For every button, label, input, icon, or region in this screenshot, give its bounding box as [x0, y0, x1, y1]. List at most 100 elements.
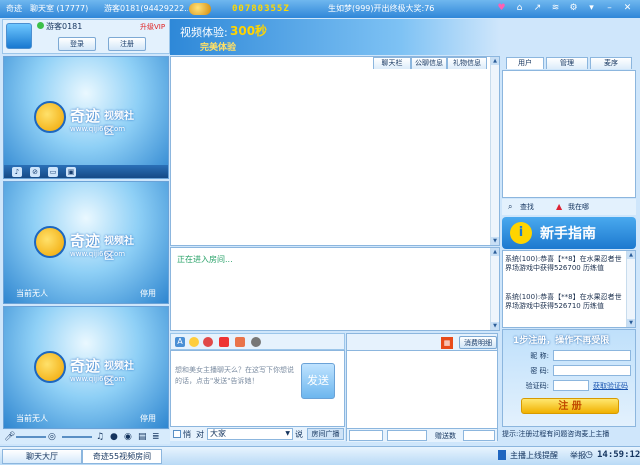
font-icon[interactable]: A [175, 337, 185, 347]
mic-volume-slider[interactable] [16, 436, 46, 438]
tab-public-info[interactable]: 公聊信息 [411, 57, 447, 69]
system-messages: 系统(100):恭喜【**8】在水果忍者世界场游戏中获得526700 历练值 系… [502, 250, 636, 328]
password-input[interactable] [553, 365, 631, 376]
status-bar: 聊天大厅 奇迹55视频房间 主播上线提醒 举报 ◷ 14:59:12 [0, 446, 640, 465]
scroll-up-icon[interactable]: ▲ [491, 57, 499, 65]
share-icon[interactable]: ↗ [532, 3, 543, 14]
video-panel-2: 奇迹 视频社区 www.qiji66.com 当前无人 停用 [3, 181, 169, 304]
info-icon: i [510, 222, 532, 244]
user-list[interactable] [502, 70, 636, 198]
chat-scrollbar[interactable]: ▲ ▼ [490, 57, 499, 245]
minimize-icon[interactable]: – [604, 3, 615, 14]
app-name: 奇迹 [6, 4, 22, 13]
close-icon[interactable]: ✕ [622, 3, 633, 14]
brand-name: 奇迹 [70, 232, 101, 250]
webcam-icon[interactable] [251, 337, 261, 347]
tab-manage[interactable]: 管理 [546, 57, 588, 69]
speaker-volume-slider[interactable] [62, 436, 92, 438]
private-chat-scrollbar[interactable]: ▲ ▼ [490, 248, 499, 330]
brand-url: www.qiji66.com [70, 125, 126, 133]
brand-name: 奇迹 [70, 357, 101, 375]
avatar[interactable] [6, 23, 32, 49]
video-panel-1: 奇迹 视频社区 www.qiji66.com ♪ ⊘ ▭ ▣ [3, 56, 169, 179]
register-title: 1步注册，操作不再受限 [513, 336, 610, 346]
recipient-select[interactable]: 大家 ▼ [207, 428, 293, 440]
scroll-down-icon[interactable]: ▼ [627, 319, 635, 327]
brand-logo: 奇迹 视频社区 www.qiji66.com [34, 224, 140, 264]
send-button[interactable]: 发送 [301, 363, 335, 399]
tab-video-room[interactable]: 奇迹55视频房间 [82, 449, 162, 464]
gift-count-input[interactable] [463, 430, 495, 441]
find-button[interactable]: 查找 [520, 202, 534, 212]
video-status: 当前无人 [16, 414, 48, 423]
heart-icon[interactable]: ♥ [496, 3, 507, 14]
search-icon: ⌕ [508, 202, 513, 211]
host-online-notify[interactable]: 主播上线提醒 [510, 450, 558, 461]
where-am-i-button[interactable]: 我在哪 [568, 202, 589, 212]
scroll-up-icon[interactable]: ▲ [491, 248, 499, 256]
volume-icon[interactable]: ♪ [12, 167, 22, 177]
home-icon[interactable]: ⌂ [514, 3, 525, 14]
brand-url: www.qiji66.com [70, 375, 126, 383]
gift-icon[interactable] [219, 337, 229, 347]
speaker-icon[interactable]: ♫ [96, 432, 104, 442]
tab-chat[interactable]: 聊天栏 [373, 57, 411, 69]
scroll-down-icon[interactable]: ▼ [491, 322, 499, 330]
lock-icon[interactable]: ▤ [138, 432, 147, 442]
video-stop[interactable]: 停用 [140, 413, 156, 424]
scroll-down-icon[interactable]: ▼ [491, 237, 499, 245]
upgrade-vip-link[interactable]: 升级VIP [140, 22, 165, 32]
flower-icon[interactable] [203, 337, 213, 347]
cart-icon[interactable] [235, 337, 245, 347]
tab-chat-lobby[interactable]: 聊天大厅 [2, 449, 82, 464]
system-message: 系统(100):恭喜【**8】在水果忍者世界场游戏中获得526700 历练值 [505, 255, 622, 272]
headset-icon[interactable]: ◎ [48, 432, 56, 442]
hint-text: 提示:注册过程有问题咨询麦上主播 [502, 430, 610, 438]
tab-room-broadcast[interactable]: 房间广播 [307, 428, 344, 440]
settings-icon[interactable]: ⚙ [568, 3, 579, 14]
say-label: 说 [295, 430, 303, 439]
camera-icon[interactable]: ◉ [124, 432, 132, 442]
report-link[interactable]: 举报 [570, 450, 586, 461]
mute-icon[interactable]: ⊘ [30, 167, 40, 177]
clock: 14:59:12 [597, 450, 640, 460]
register-button[interactable]: 注册 [108, 37, 146, 51]
newbie-guide-banner[interactable]: i 新手指南 [502, 217, 636, 249]
clock-icon: ◷ [585, 450, 593, 460]
window-icon[interactable]: ▭ [48, 167, 58, 177]
private-checkbox[interactable] [173, 430, 181, 438]
video-controls: ♪ ⊘ ▭ ▣ [4, 165, 168, 178]
register-submit-button[interactable]: 注 册 [521, 398, 619, 414]
captcha-input[interactable] [553, 380, 589, 391]
tab-gift-info[interactable]: 礼物信息 [447, 57, 487, 69]
news-ticker: 生如梦(999)开出终极大奖:76 [328, 4, 435, 13]
wifi-icon[interactable]: ≋ [550, 3, 561, 14]
video-status: 当前无人 [16, 289, 48, 298]
gift-select[interactable] [349, 430, 383, 441]
system-scrollbar[interactable]: ▲ ▼ [626, 251, 635, 327]
brand-url: www.qiji66.com [70, 250, 126, 258]
mic-icon[interactable]: 🎤︎ [4, 432, 15, 442]
scroll-up-icon[interactable]: ▲ [627, 251, 635, 259]
coin-value: 00780355Z [232, 4, 290, 14]
get-captcha-link[interactable]: 获取验证码 [593, 381, 628, 391]
message-input-area[interactable]: 想和美女主播聊天么？在这写下你想说的话，点击"发送"告诉她！ 发送 [170, 350, 345, 427]
perfect-experience[interactable]: 完美体验 [200, 40, 236, 53]
record-icon[interactable]: ● [110, 432, 118, 442]
right-tabs: 用户 管理 麦序 [502, 56, 636, 70]
snapshot-icon[interactable]: ▣ [66, 167, 76, 177]
dropdown-icon[interactable]: ▾ [586, 3, 597, 14]
nickname-input[interactable] [553, 350, 631, 361]
gift-box-icon[interactable]: ▦ [441, 337, 453, 349]
hat-icon: ▲ [556, 202, 563, 211]
video-stop[interactable]: 停用 [140, 288, 156, 299]
logo-mark-icon [34, 101, 66, 133]
gift-rules-button[interactable]: 消费明细 [459, 336, 497, 349]
emoji-icon[interactable] [189, 337, 199, 347]
login-button[interactable]: 登录 [58, 37, 96, 51]
tab-mic-queue[interactable]: 麦序 [590, 57, 632, 69]
list-icon[interactable]: ≣ [152, 432, 160, 442]
gift-recipient-input[interactable] [387, 430, 427, 441]
tab-users[interactable]: 用户 [506, 57, 544, 69]
logo-mark-icon [34, 226, 66, 258]
